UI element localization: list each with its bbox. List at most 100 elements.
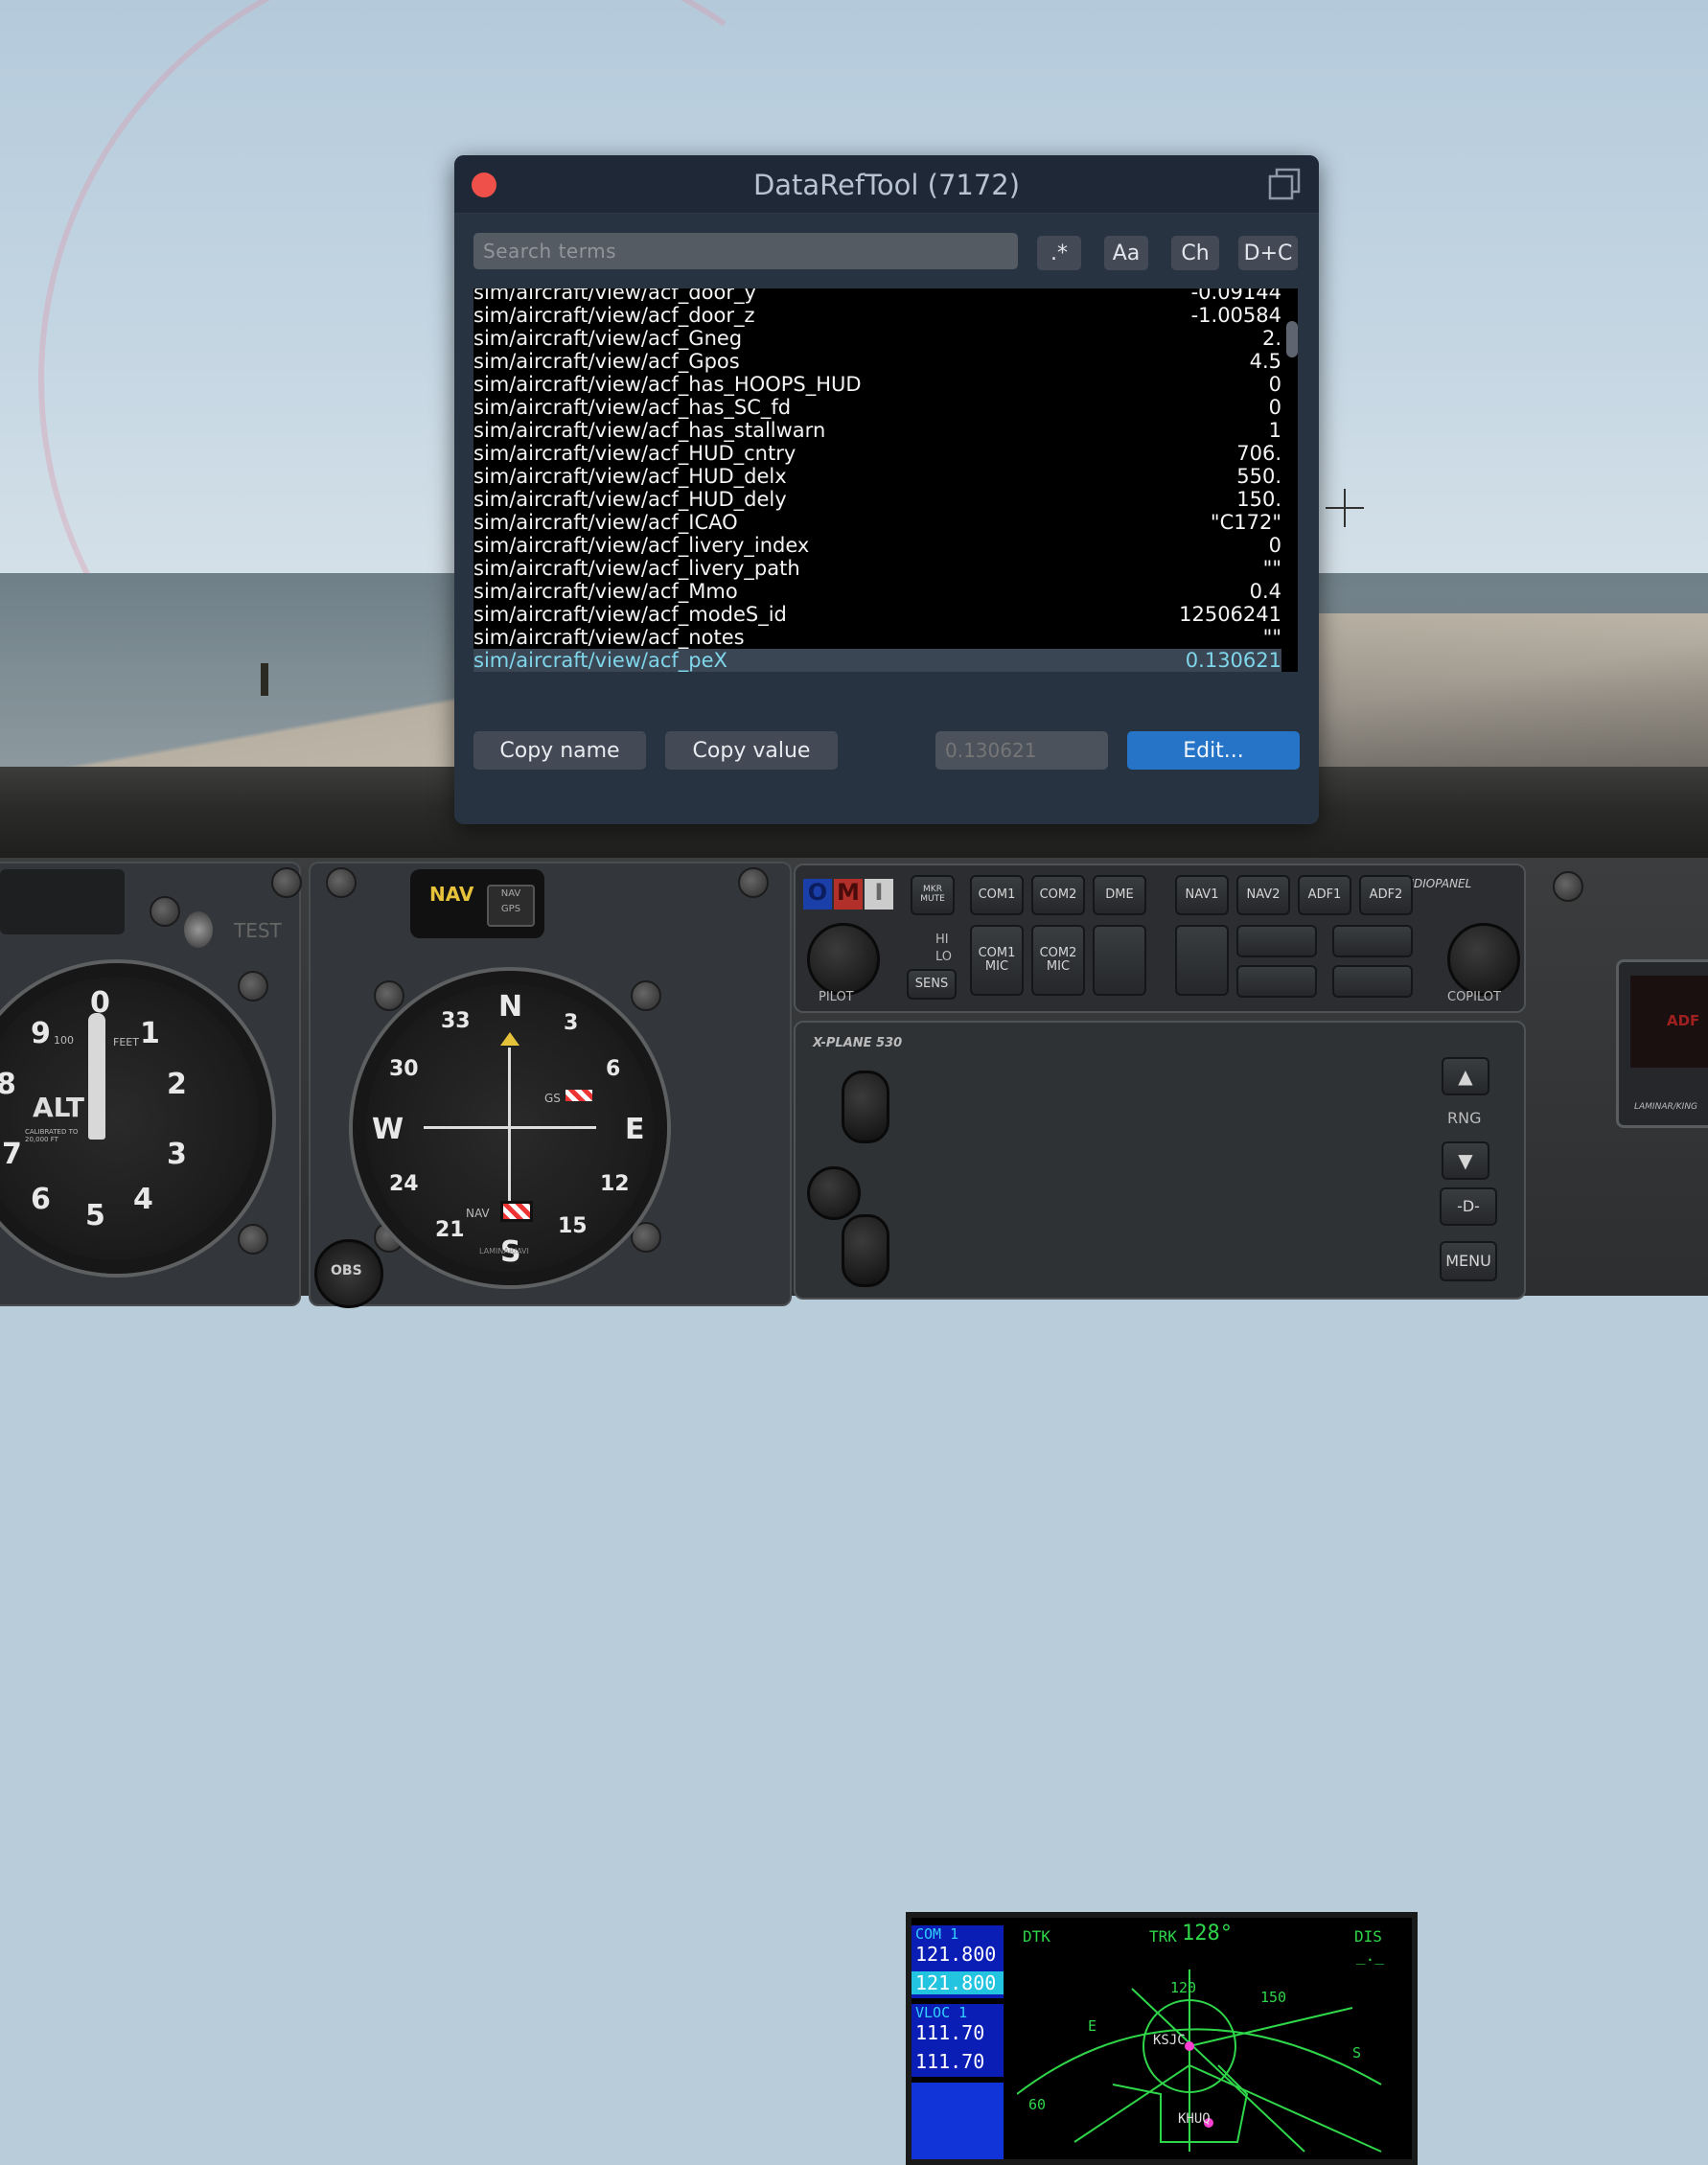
altimeter-number-4: 4	[133, 1183, 153, 1216]
rng-up-button[interactable]: ▲	[1442, 1057, 1489, 1095]
dataref-row[interactable]: sim/aircraft/view/acf_has_stallwarn 1	[473, 419, 1281, 442]
altimeter-number-3: 3	[167, 1138, 187, 1171]
dataref-row[interactable]: sim/aircraft/view/acf_peX 0.130621	[473, 649, 1281, 672]
com-standby-freq: 121.800	[912, 1971, 1004, 1994]
com2-label: COM2	[1039, 887, 1077, 902]
nav2-button[interactable]: NAV2	[1236, 875, 1290, 915]
screw-icon	[374, 980, 404, 1011]
dataref-value: 0	[1268, 534, 1281, 557]
blank-button[interactable]	[1332, 965, 1413, 998]
com2-mic-button[interactable]: COM2 MIC	[1031, 925, 1085, 996]
dataref-list[interactable]: sim/aircraft/view/acf_size_x5.513133sim/…	[473, 288, 1298, 672]
dataref-row[interactable]: sim/aircraft/view/acf_has_SC_fd 0	[473, 396, 1281, 419]
blank-button[interactable]	[1332, 925, 1413, 957]
blank-button[interactable]	[1236, 965, 1317, 998]
dis-label: DIS	[1354, 1927, 1382, 1946]
rng-label: RNG	[1447, 1109, 1482, 1127]
popout-window-icon[interactable]	[1267, 167, 1302, 201]
hsi-nav-flag	[500, 1201, 533, 1222]
dataref-row[interactable]: sim/aircraft/view/acf_HUD_cntry 706.	[473, 442, 1281, 465]
dataref-name: sim/aircraft/view/acf_notes	[473, 626, 745, 649]
datarefs-commands-toggle[interactable]: D+C	[1238, 236, 1298, 270]
hsi-33: 33	[441, 1009, 471, 1033]
adf2-button[interactable]: ADF2	[1359, 875, 1413, 915]
dataref-row[interactable]: sim/aircraft/view/acf_ICAO "C172"	[473, 511, 1281, 534]
screw-icon	[326, 867, 357, 898]
blank-button[interactable]	[1236, 925, 1317, 957]
sens-button[interactable]: SENS	[907, 969, 957, 1000]
hsi-nav-label: NAV	[466, 1207, 490, 1220]
gps-blank-box	[912, 2083, 1004, 2159]
gps-screen: COM 1 121.800 121.800 VLOC 1 111.70 111.…	[906, 1912, 1418, 2165]
edit-button[interactable]: Edit...	[1127, 731, 1300, 770]
case-sensitive-toggle[interactable]: Aa	[1104, 236, 1148, 270]
vloc-label: VLOC 1	[915, 2004, 968, 2021]
dataref-row[interactable]: sim/aircraft/view/acf_notes ""	[473, 626, 1281, 649]
nav-gps-switch[interactable]: NAV GPS	[487, 885, 535, 927]
altimeter-number-8: 8	[0, 1068, 16, 1101]
hsi-maker-label: LAMINAR/AVI	[479, 1247, 529, 1255]
copy-value-button[interactable]: Copy value	[665, 731, 838, 770]
dataref-row[interactable]: sim/aircraft/view/acf_has_HOOPS_HUD 0	[473, 373, 1281, 396]
menu-button[interactable]: MENU	[1440, 1241, 1497, 1281]
gps-power-knob[interactable]	[807, 1166, 861, 1220]
copy-name-button[interactable]: Copy name	[473, 731, 646, 770]
adf1-button[interactable]: ADF1	[1298, 875, 1351, 915]
dme-button[interactable]: DME	[1093, 875, 1146, 915]
blank-button[interactable]	[1093, 925, 1146, 996]
dataref-name: sim/aircraft/view/acf_ICAO	[473, 511, 738, 534]
map-label-s: S	[1352, 2044, 1362, 2061]
gps-vloc-knob[interactable]	[842, 1214, 889, 1287]
dme-label: DME	[1105, 887, 1134, 902]
search-input[interactable]	[473, 233, 1018, 269]
map-label-120: 120	[1170, 1979, 1197, 1996]
obs-knob[interactable]: OBS	[314, 1239, 383, 1308]
nav2-label: NAV2	[1246, 887, 1281, 902]
rng-down-button[interactable]: ▼	[1442, 1141, 1489, 1180]
dataref-name: sim/aircraft/view/acf_livery_path	[473, 557, 800, 580]
dataref-row[interactable]: sim/aircraft/view/acf_livery_index 0	[473, 534, 1281, 557]
com1-mic-button[interactable]: COM1 MIC	[970, 925, 1024, 996]
dataref-row[interactable]: sim/aircraft/view/acf_Mmo 0.4	[473, 580, 1281, 603]
altimeter-calibration-label: CALIBRATED TO 20,000 FT	[25, 1128, 79, 1143]
dataref-row[interactable]: sim/aircraft/view/acf_Gpos 4.5	[473, 350, 1281, 373]
list-scrollbar-thumb[interactable]	[1286, 321, 1298, 357]
com2-button[interactable]: COM2	[1031, 875, 1085, 915]
mkr-mute-button[interactable]: MKR MUTE	[911, 875, 955, 915]
dataref-row[interactable]: sim/aircraft/view/acf_HUD_dely 150.	[473, 488, 1281, 511]
blank-button[interactable]	[1175, 925, 1229, 996]
com-label: COM 1	[915, 1925, 959, 1943]
hsi-21: 21	[435, 1218, 465, 1242]
nav1-button[interactable]: NAV1	[1175, 875, 1229, 915]
value-field[interactable]	[935, 731, 1108, 770]
window-titlebar[interactable]: DataRefTool (7172)	[454, 155, 1319, 214]
hsi-east: E	[625, 1113, 645, 1146]
changed-filter-toggle[interactable]: Ch	[1171, 236, 1219, 270]
hsi-horizontal-line	[424, 1126, 596, 1129]
menu-label: MENU	[1445, 1252, 1491, 1271]
dataref-value: 550.	[1236, 465, 1281, 488]
screw-icon	[238, 1224, 268, 1255]
pilot-volume-knob[interactable]	[807, 923, 880, 996]
dataref-value: -1.00584	[1190, 304, 1281, 327]
dataref-row[interactable]: sim/aircraft/view/acf_door_z -1.00584	[473, 304, 1281, 327]
dataref-row[interactable]: sim/aircraft/view/acf_Gneg 2.	[473, 327, 1281, 350]
dataref-value: 0	[1268, 373, 1281, 396]
dataref-row[interactable]: sim/aircraft/view/acf_livery_path ""	[473, 557, 1281, 580]
screw-icon	[631, 1222, 661, 1253]
dataref-name: sim/aircraft/view/acf_has_stallwarn	[473, 419, 826, 442]
dataref-row[interactable]: sim/aircraft/view/acf_HUD_delx 550.	[473, 465, 1281, 488]
dataref-row[interactable]: sim/aircraft/view/acf_modeS_id 12506241	[473, 603, 1281, 626]
copilot-volume-knob[interactable]	[1447, 923, 1520, 996]
hi-label: HI	[935, 933, 949, 947]
direct-to-button[interactable]: -D-	[1440, 1187, 1497, 1226]
gps-switch-label: GPS	[500, 904, 521, 914]
gps-com-knob[interactable]	[842, 1071, 889, 1143]
dataref-row[interactable]: sim/aircraft/view/acf_door_y -0.09144	[473, 288, 1281, 304]
com1-button[interactable]: COM1	[970, 875, 1024, 915]
regex-toggle[interactable]: .*	[1037, 236, 1081, 270]
altimeter-needle	[88, 1013, 105, 1140]
adf1-label: ADF1	[1307, 887, 1342, 902]
test-toggle-switch[interactable]	[184, 911, 213, 948]
instrument-panel: TEST 0 1 2 3 4 5 6 7 8 9 100 FEET ALT CA…	[0, 858, 1708, 2165]
